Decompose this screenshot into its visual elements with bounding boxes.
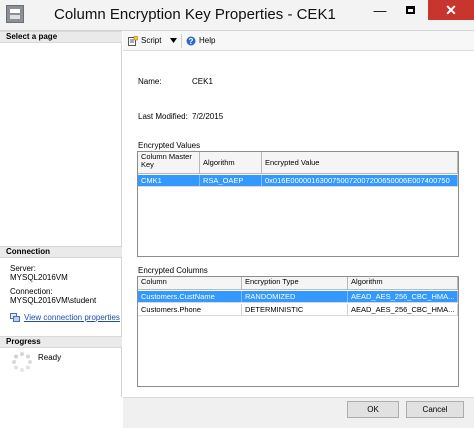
encrypted-columns-label: Encrypted Columns [138, 266, 208, 275]
progress-spinner-icon [12, 352, 32, 372]
server-label: Server: [10, 264, 36, 273]
app-icon [6, 5, 24, 23]
window-title: Column Encryption Key Properties - CEK1 [54, 6, 336, 23]
svg-text:?: ? [189, 37, 194, 46]
progress-header: Progress [0, 336, 122, 348]
column-header-master-key[interactable]: Column Master Key [138, 152, 200, 174]
toolbar: Script ? Help [123, 31, 474, 51]
left-panel: Select a page Connection Server: MYSQL20… [0, 31, 122, 397]
help-icon: ? [186, 36, 196, 46]
maximize-icon [405, 6, 415, 14]
encrypted-values-grid[interactable]: Column Master Key Algorithm Encrypted Va… [137, 151, 459, 257]
close-button[interactable]: ✕ [428, 0, 474, 20]
help-button[interactable]: ? Help [186, 35, 215, 47]
encrypted-values-label: Encrypted Values [138, 141, 201, 150]
table-cell: RANDOMIZED [242, 291, 348, 302]
minimize-button[interactable]: — [365, 0, 395, 20]
table-cell: 0x016E0000016300750072007200650006E00740… [262, 175, 458, 186]
dialog-footer: OK Cancel [123, 397, 474, 428]
column-header-algorithm[interactable]: Algorithm [200, 152, 262, 174]
encrypted-columns-grid[interactable]: Column Encryption Type Algorithm Custome… [137, 276, 459, 387]
title-bar: Column Encryption Key Properties - CEK1 … [0, 0, 474, 31]
name-label: Name: [138, 77, 162, 86]
help-label: Help [199, 36, 216, 45]
ok-button[interactable]: OK [347, 401, 399, 418]
connection-properties-icon [10, 313, 20, 322]
server-value: MYSQL2016VM [10, 273, 68, 282]
script-icon [128, 36, 138, 46]
column-header-column[interactable]: Column [138, 277, 242, 290]
toolbar-divider [181, 34, 182, 48]
progress-status: Ready [38, 353, 62, 362]
column-header-algorithm[interactable]: Algorithm [348, 277, 458, 290]
view-connection-properties-label: View connection properties [24, 313, 120, 322]
table-cell: AEAD_AES_256_CBC_HMA... [348, 304, 458, 315]
script-button[interactable]: Script [128, 35, 161, 47]
select-page-header: Select a page [0, 31, 122, 43]
table-cell: Customers.CustName [138, 291, 242, 302]
connection-value: MYSQL2016VM\student [10, 296, 97, 305]
table-cell: RSA_OAEP [200, 175, 262, 186]
connection-header: Connection [0, 246, 122, 258]
last-modified-label: Last Modified: [138, 112, 188, 121]
last-modified-value: 7/2/2015 [192, 112, 224, 121]
chevron-down-icon[interactable] [170, 38, 177, 43]
table-row[interactable]: Customers.CustName RANDOMIZED AEAD_AES_2… [138, 291, 458, 303]
table-row[interactable]: CMK1 RSA_OAEP 0x016E00000163007500720072… [138, 175, 458, 187]
table-row[interactable]: Customers.Phone DETERMINISTIC AEAD_AES_2… [138, 304, 458, 316]
cancel-button[interactable]: Cancel [406, 401, 464, 418]
column-header-encrypted-value[interactable]: Encrypted Value [262, 152, 458, 174]
script-label: Script [141, 36, 162, 45]
table-cell: AEAD_AES_256_CBC_HMA... [348, 291, 458, 302]
table-cell: DETERMINISTIC [242, 304, 348, 315]
table-cell: Customers.Phone [138, 304, 242, 315]
connection-label: Connection: [10, 287, 53, 296]
table-cell: CMK1 [138, 175, 200, 186]
name-value: CEK1 [192, 77, 213, 86]
column-header-encryption-type[interactable]: Encryption Type [242, 277, 348, 290]
maximize-button[interactable] [395, 0, 425, 20]
